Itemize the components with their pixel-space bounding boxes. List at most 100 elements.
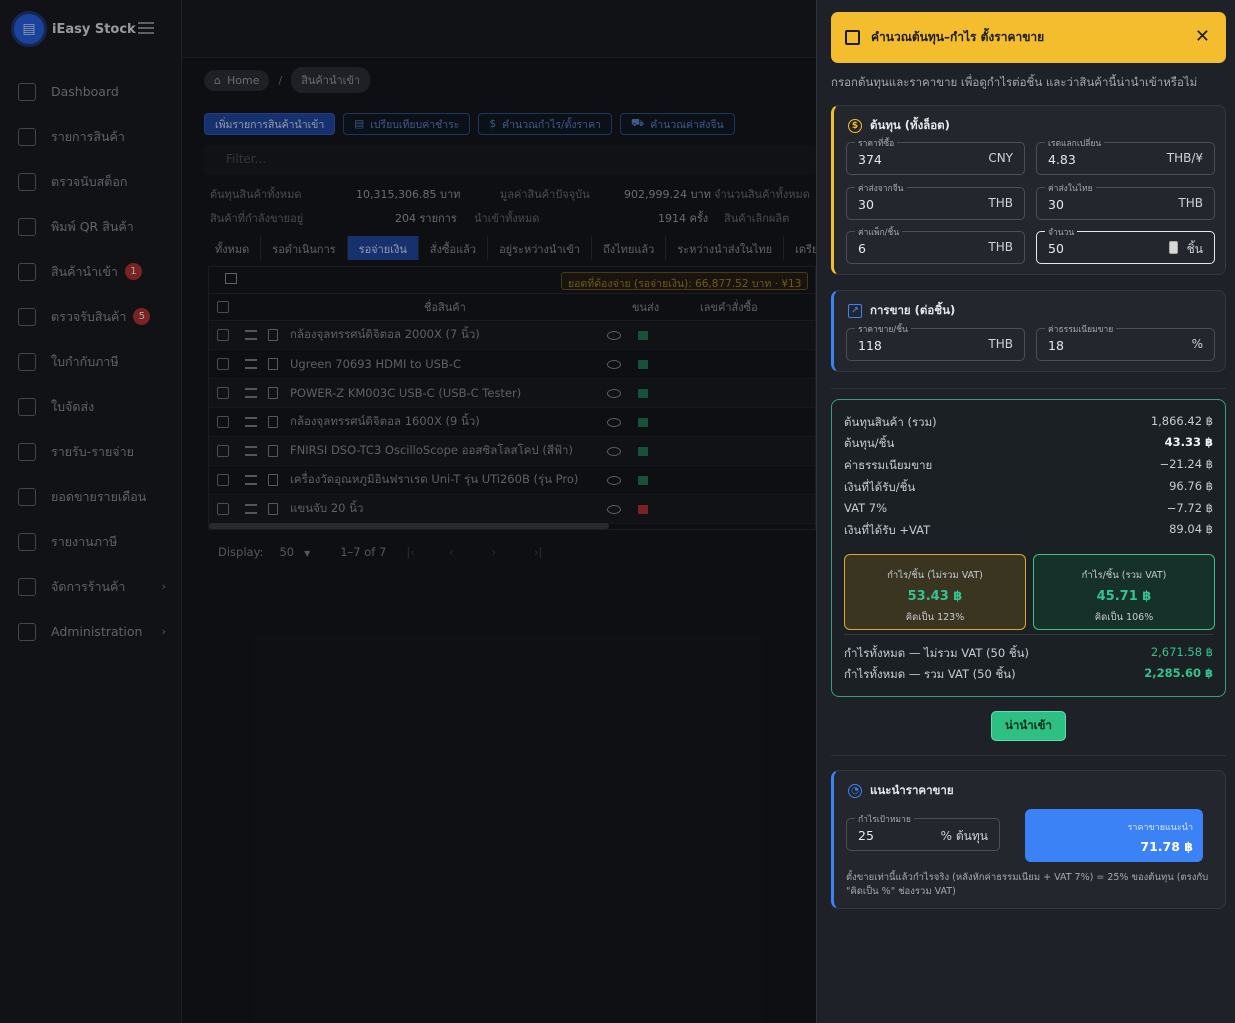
sidebar-item[interactable]: พิมพ์ QR สินค้า [0, 204, 182, 249]
ship-cn-field[interactable]: ค่าส่งจากจีน 30 THB [846, 181, 1025, 220]
grid-scrollbar[interactable] [209, 523, 609, 529]
exchange-rate-field[interactable]: เรตแลกเปลี่ยน 4.83 THB/¥ [1036, 136, 1215, 175]
sale-fee-field[interactable]: ค่าธรรมเนียมขาย 18% [1036, 322, 1215, 361]
row-checkbox[interactable] [217, 387, 229, 399]
delete-icon[interactable] [268, 503, 278, 515]
quantity-field[interactable]: จำนวน 50 ชิ้น [1036, 225, 1215, 264]
sidebar-item[interactable]: รายการสินค้า [0, 114, 182, 159]
worth-import-button[interactable]: น่านำเข้า [991, 711, 1066, 741]
eye-icon[interactable] [607, 388, 621, 398]
sidebar-item[interactable]: ยอดขายรายเดือน [0, 474, 182, 519]
panel-description: กรอกต้นทุนและราคาขาย เพื่อดูกำไรต่อชิ้น … [831, 75, 1198, 89]
brand[interactable]: ▤ iEasy Stock [14, 14, 136, 44]
row-checkbox[interactable] [217, 416, 229, 428]
page-size-select[interactable]: 50 ▼ [279, 545, 310, 559]
status-tab[interactable]: อยู่ระหว่างนำเข้า [488, 236, 593, 260]
pack-cost-field[interactable]: ค่าแพ็ก/ชิ้น 6 THB [846, 225, 1025, 264]
status-tab[interactable]: รอดำเนินการ [261, 236, 348, 260]
add-import-button[interactable]: เพิ่มรายการสินค้านำเข้า [204, 113, 336, 135]
shipping-calc-button[interactable]: ⛟ คำนวณค่าส่งจีน [620, 113, 735, 135]
target-profit-unit: % ต้นทุน [940, 829, 988, 843]
edit-icon[interactable] [245, 388, 257, 398]
eye-icon[interactable] [607, 504, 621, 514]
edit-icon[interactable] [245, 475, 257, 485]
breadcrumb-home[interactable]: ⌂ Home [204, 69, 270, 91]
sale-price-field[interactable]: ราคาขาย/ชิ้น 118 THB [846, 322, 1025, 361]
result-line-value: −7.72 ฿ [1166, 501, 1213, 515]
status-tab[interactable]: ทั้งหมด [204, 236, 262, 260]
sidebar-item[interactable]: สินค้านำเข้า 1 [0, 249, 182, 294]
select-all-checkbox[interactable] [217, 301, 229, 313]
row-checkbox[interactable] [217, 503, 229, 515]
edit-icon[interactable] [245, 504, 257, 514]
target-profit-field[interactable]: กำไรเป้าหมาย 25 % ต้นทุน [846, 812, 1000, 851]
profit-calc-button[interactable]: $ คำนวณกำไร/ตั้งราคา [478, 113, 612, 135]
row-checkbox[interactable] [217, 474, 229, 486]
header-ship[interactable]: ขนส่ง [632, 298, 659, 316]
sidebar-item[interactable]: รายรับ-รายจ่าย [0, 429, 182, 474]
piggy-bank-icon: ◔ [848, 784, 862, 798]
table-row[interactable]: กล้องจุลทรรศน์ดิจิตอล 1600X (9 นิ้ว) [209, 408, 815, 437]
profit-no-vat-box: กำไร/ชิ้น (ไม่รวม VAT) 53.43 ฿ คิดเป็น 1… [844, 554, 1026, 630]
edit-icon[interactable] [245, 446, 257, 456]
eye-icon[interactable] [607, 417, 621, 427]
delete-icon[interactable] [268, 329, 278, 341]
quantity-stepper[interactable] [1169, 241, 1178, 254]
result-line-label: ต้นทุนสินค้า (รวม) [844, 415, 937, 429]
ship-th-field[interactable]: ค่าส่งในไทย 30 THB [1036, 181, 1215, 220]
recommended-price-label: ราคาขายแนะนำ [1127, 823, 1193, 833]
buy-price-field[interactable]: ราคาที่ซื้อ 374 CNY [846, 136, 1025, 175]
sidebar-item-label: ยอดขายรายเดือน [51, 488, 147, 504]
sidebar-item[interactable]: ตรวจนับสต็อก [0, 159, 182, 204]
products-grid: ยอดที่ต้องจ่าย (รอจ่ายเงิน): 66,877.52 บ… [208, 266, 816, 530]
header-name[interactable]: ชื่อสินค้า [424, 298, 466, 316]
row-checkbox[interactable] [217, 329, 229, 341]
delete-icon[interactable] [268, 387, 278, 399]
edit-icon[interactable] [245, 359, 257, 369]
table-row[interactable]: แขนจับ 20 นิ้ว [209, 495, 815, 524]
prev-page-icon[interactable]: ‹ [449, 545, 454, 559]
status-tab[interactable]: รอจ่ายเงิน [347, 236, 419, 260]
sidebar-item[interactable]: ตรวจรับสินค้า 5 [0, 294, 182, 339]
eye-icon[interactable] [607, 359, 621, 369]
pagination: Display: 50 ▼ 1–7 of 7 |‹ ‹ › ›| [218, 545, 543, 559]
sidebar-item[interactable]: Dashboard [0, 69, 182, 114]
delete-icon[interactable] [268, 445, 278, 457]
compare-payment-button[interactable]: ▤ เปรียบเทียบค่าชำระ [343, 113, 471, 135]
status-tab[interactable]: ระหว่างนำส่งในไทย [666, 236, 785, 260]
eye-icon[interactable] [607, 475, 621, 485]
sidebar-item[interactable]: Administration › [0, 609, 182, 654]
menu-toggle-icon[interactable] [138, 22, 154, 34]
delete-icon[interactable] [268, 474, 278, 486]
sidebar-item[interactable]: ใบกำกับภาษี [0, 339, 182, 384]
edit-icon[interactable] [245, 417, 257, 427]
breadcrumb-current[interactable]: สินค้านำเข้า [291, 67, 371, 93]
edit-icon[interactable] [245, 330, 257, 340]
eye-icon[interactable] [607, 446, 621, 456]
delete-icon[interactable] [268, 358, 278, 370]
table-row[interactable]: FNIRSI DSO-TC3 OscilloScope ออสซิลโลสโคป… [209, 437, 815, 466]
filter-input[interactable]: Filter... [204, 145, 816, 175]
status-tab[interactable]: สั่งซื้อแล้ว [419, 236, 489, 260]
close-icon[interactable]: ✕ [1195, 28, 1210, 46]
row-checkbox[interactable] [217, 445, 229, 457]
next-page-icon[interactable]: › [491, 545, 496, 559]
header-order[interactable]: เลขคำสั่งซื้อ [700, 298, 758, 316]
table-row[interactable]: Ugreen 70693 HDMI to USB-C [209, 350, 815, 379]
table-row[interactable]: เครื่องวัดอุณหภูมิอินฟราเรด Uni-T รุ่น U… [209, 466, 815, 495]
eye-icon[interactable] [607, 330, 621, 340]
result-line-label: ต้นทุน/ชิ้น [844, 436, 895, 450]
first-page-icon[interactable]: |‹ [406, 545, 414, 559]
delete-icon[interactable] [268, 416, 278, 428]
table-row[interactable]: กล้องจุลทรรศน์ดิจิตอล 2000X (7 นิ้ว) [209, 321, 815, 350]
last-page-icon[interactable]: ›| [534, 545, 542, 559]
compare-payment-label: เปรียบเทียบค่าชำระ [370, 118, 460, 131]
sale-fee-unit: % [1191, 337, 1203, 351]
row-checkbox[interactable] [217, 358, 229, 370]
columns-icon[interactable] [225, 273, 237, 284]
table-row[interactable]: POWER-Z KM003C USB-C (USB-C Tester) [209, 379, 815, 408]
sidebar-item[interactable]: ใบจัดส่ง [0, 384, 182, 429]
status-tab[interactable]: ถึงไทยแล้ว [592, 236, 667, 260]
sidebar-item[interactable]: รายงานภาษี [0, 519, 182, 564]
sidebar-item[interactable]: จัดการร้านค้า › [0, 564, 182, 609]
